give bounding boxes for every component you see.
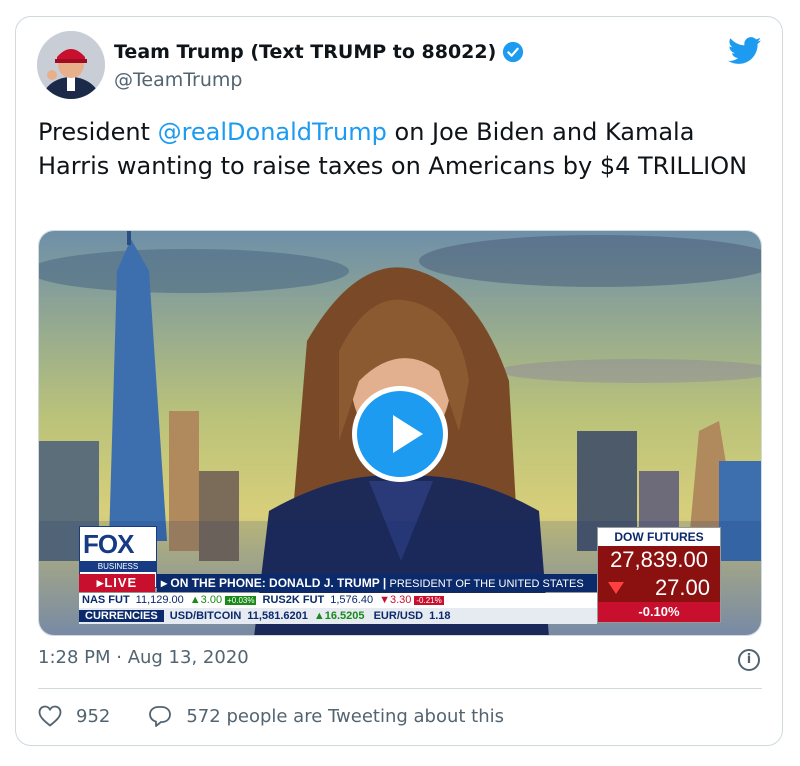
info-icon[interactable]: i xyxy=(738,649,760,671)
action-bar: 952 572 people are Tweeting about this xyxy=(38,705,504,727)
tweet-card: Team Trump (Text TRUMP to 88022) @TeamTr… xyxy=(15,16,783,746)
ticker-value: 11,581.6201 xyxy=(247,610,308,622)
ticker-change: ▲3.00 xyxy=(189,594,223,606)
author-row: Team Trump (Text TRUMP to 88022) xyxy=(114,41,524,63)
play-button[interactable] xyxy=(352,386,448,482)
tweeting-about-text: 572 people are Tweeting about this xyxy=(186,705,505,727)
dow-futures-box: DOW FUTURES 27,839.00 27.00 -0.10% xyxy=(597,527,721,623)
heart-icon xyxy=(38,705,62,727)
divider xyxy=(38,688,762,689)
dow-title: DOW FUTURES xyxy=(598,528,720,546)
live-badge: ▸LIVE xyxy=(79,574,155,592)
avatar[interactable] xyxy=(37,31,105,99)
like-count: 952 xyxy=(76,705,111,727)
ticker-value: 1,576.40 xyxy=(330,594,374,606)
dow-change: 27.00 xyxy=(654,575,710,600)
timestamp[interactable]: 1:28 PM · Aug 13, 2020 xyxy=(38,647,249,668)
author-handle[interactable]: @TeamTrump xyxy=(114,69,242,91)
tweet-text-prefix: President xyxy=(38,118,158,146)
dow-pct: -0.10% xyxy=(598,602,720,622)
ticker-value: 11,129.00 xyxy=(135,594,184,606)
ticker-change: ▼3.30 xyxy=(379,594,412,606)
lower-third-sub: PRESIDENT OF THE UNITED STATES xyxy=(389,578,584,590)
tweeting-about-link[interactable]: 572 people are Tweeting about this xyxy=(148,705,504,727)
reply-bubble-icon xyxy=(149,706,172,727)
ticker-label: RUS2K FUT xyxy=(262,594,325,606)
down-arrow-icon xyxy=(608,582,624,594)
fox-logo-word: FOX xyxy=(83,529,134,559)
ticker-pct: +0.03% xyxy=(225,596,257,605)
dow-value: 27,839.00 xyxy=(598,546,720,574)
verified-badge-icon xyxy=(503,41,524,63)
author-name[interactable]: Team Trump (Text TRUMP to 88022) xyxy=(114,41,496,63)
ticker-change: ▲16.5205 xyxy=(313,610,365,622)
lower-third: ▸ ON THE PHONE: DONALD J. TRUMP | PRESID… xyxy=(157,574,597,592)
twitter-bird-icon[interactable] xyxy=(728,37,762,65)
fox-logo-sub: BUSINESS xyxy=(80,561,156,572)
ticker-label: USD/BITCOIN xyxy=(169,610,242,622)
dow-change-row: 27.00 xyxy=(598,574,720,602)
ticker-value: 1.18 xyxy=(429,610,451,622)
ticker-label: EUR/USD xyxy=(373,610,424,622)
lower-third-main: ON THE PHONE: DONALD J. TRUMP xyxy=(170,576,380,590)
like-button[interactable]: 952 xyxy=(38,705,148,727)
live-label: LIVE xyxy=(104,575,138,590)
currencies-label: CURRENCIES xyxy=(79,610,164,622)
video-player[interactable]: FOX BUSINESS ▸LIVE ▸ ON THE PHONE: DONAL… xyxy=(38,230,762,636)
ticker-pct: -0.21% xyxy=(414,596,444,605)
mention-link[interactable]: @realDonaldTrump xyxy=(158,118,387,146)
ticker-row-futures: NAS FUT 11,129.00 ▲3.00 +0.03% RUS2K FUT 1,5… xyxy=(79,593,597,608)
ticker-row-currencies: CURRENCIES USD/BITCOIN 11,581.6201 ▲16.520… xyxy=(79,608,597,624)
ticker-label: NAS FUT xyxy=(82,594,130,606)
tweet-text: President @realDonaldTrump on Joe Biden … xyxy=(38,115,768,183)
